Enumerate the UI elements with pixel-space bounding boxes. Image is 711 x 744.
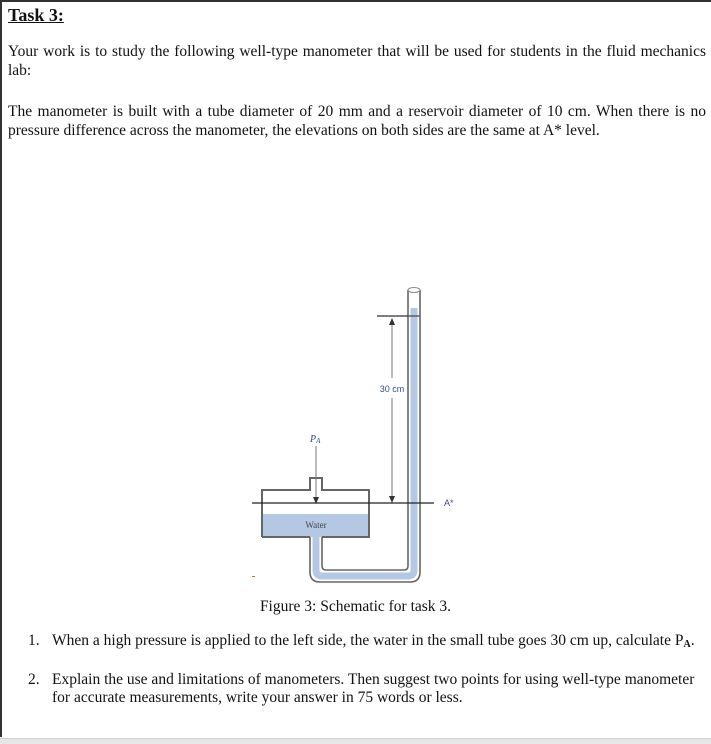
figure-caption: Figure 3: Schematic for task 3.	[259, 598, 452, 615]
question-text: When a high pressure is applied to the l…	[52, 632, 695, 650]
tube-top-opening	[407, 287, 421, 293]
question-number: 2.	[28, 671, 40, 688]
question-text: Explain the use and limitations of manom…	[52, 671, 695, 706]
description-paragraph: The manometer is built with a tube diame…	[8, 103, 706, 139]
height-label: 30 cm	[380, 384, 405, 394]
page-bottom-edge	[0, 738, 711, 744]
reference-label: A*	[444, 498, 454, 508]
intro-paragraph: Your work is to study the following well…	[8, 43, 706, 79]
stray-mark	[252, 576, 255, 577]
question-list: 1. When a high pressure is applied to th…	[28, 632, 703, 724]
tube-outer-wall	[309, 290, 421, 583]
question-item: 2. Explain the use and limitations of ma…	[28, 671, 703, 707]
fluid-label: Water	[305, 520, 326, 530]
question-item: 1. When a high pressure is applied to th…	[28, 632, 703, 654]
arrowhead-up-icon	[389, 318, 395, 325]
arrowhead-down-icon	[389, 496, 395, 503]
question-number: 1.	[28, 632, 40, 649]
pressure-label: PA	[309, 434, 321, 445]
manometer-schematic: 30 cm A* PA Water	[252, 287, 454, 583]
task-title: Task 3:	[8, 5, 64, 25]
